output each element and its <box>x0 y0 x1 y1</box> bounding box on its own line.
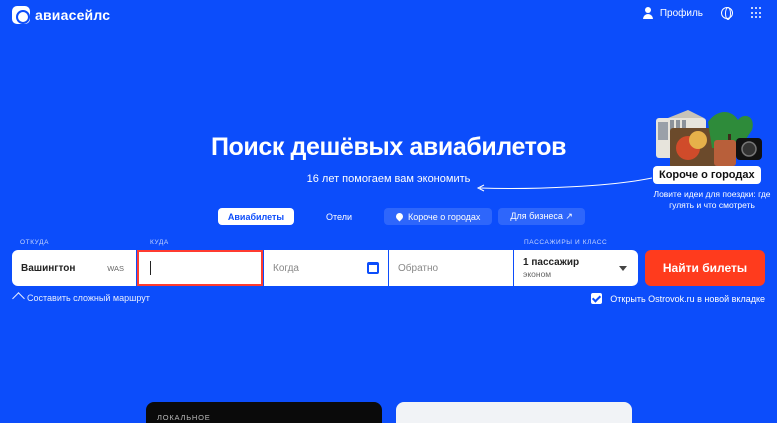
local-card-label: ЛОКАЛЬНОЕ <box>157 413 211 422</box>
to-label: КУДА <box>150 239 169 246</box>
local-card[interactable]: ЛОКАЛЬНОЕ <box>146 402 382 423</box>
header: авиасейлс Профиль <box>0 0 777 32</box>
travel-class: эконом <box>523 269 552 279</box>
arrow-icon <box>476 177 653 192</box>
person-icon <box>642 7 654 19</box>
tab-hotels[interactable]: Отели <box>300 208 378 225</box>
profile-label: Профиль <box>659 7 703 19</box>
departure-date-field[interactable]: Когда <box>264 250 388 286</box>
tab-city-guides[interactable]: Короче о городах <box>384 208 493 225</box>
ostrovok-label: Открыть Ostrovok.ru в новой вкладке <box>610 293 765 304</box>
origin-city: Вашингтон <box>21 262 76 274</box>
tab-city-guides-label: Короче о городах <box>408 211 481 222</box>
globe-icon[interactable] <box>721 7 733 20</box>
promo-image[interactable] <box>648 108 768 170</box>
ostrovok-checkbox[interactable] <box>591 293 603 304</box>
search-tabs: Авиабилеты Отели Короче о городах Для би… <box>218 208 585 225</box>
ostrovok-option[interactable]: Открыть Ostrovok.ru в новой вкладке <box>591 293 765 304</box>
search-button[interactable]: Найти билеты <box>645 250 765 286</box>
return-date-placeholder: Обратно <box>398 262 439 274</box>
return-date-field[interactable]: Обратно <box>389 250 513 286</box>
passenger-count: 1 пассажир <box>523 257 580 268</box>
passengers-label: ПАССАЖИРЫ И КЛАСС <box>524 239 608 246</box>
pin-icon <box>394 211 405 222</box>
text-caret <box>150 261 151 275</box>
tab-flights[interactable]: Авиабилеты <box>218 208 294 225</box>
profile-button[interactable]: Профиль <box>642 7 703 19</box>
route-icon <box>13 293 23 303</box>
origin-code: WAS <box>107 263 124 273</box>
logo[interactable]: авиасейлс <box>12 6 110 24</box>
from-label: ОТКУДА <box>20 239 50 246</box>
destination-input[interactable] <box>137 250 263 286</box>
calendar-icon[interactable] <box>367 262 379 274</box>
departure-date-placeholder: Когда <box>273 262 299 274</box>
promo-description: Ловите идеи для поездки: где гулять и чт… <box>653 189 771 210</box>
logo-icon <box>12 6 30 24</box>
tab-business[interactable]: Для бизнеса ↗ <box>498 208 585 225</box>
passengers-selector[interactable]: 1 пассажир эконом <box>514 250 638 286</box>
apps-grid-icon[interactable] <box>751 7 763 19</box>
logo-text: авиасейлс <box>35 7 111 23</box>
complex-route-link[interactable]: Составить сложный маршрут <box>13 293 150 303</box>
promo-card[interactable] <box>396 402 632 423</box>
header-actions: Профиль <box>642 7 763 20</box>
promo-title[interactable]: Короче о городах <box>653 166 761 184</box>
origin-field[interactable]: Вашингтон WAS <box>12 250 136 286</box>
chevron-down-icon <box>619 266 627 271</box>
complex-route-label: Составить сложный маршрут <box>27 293 150 303</box>
